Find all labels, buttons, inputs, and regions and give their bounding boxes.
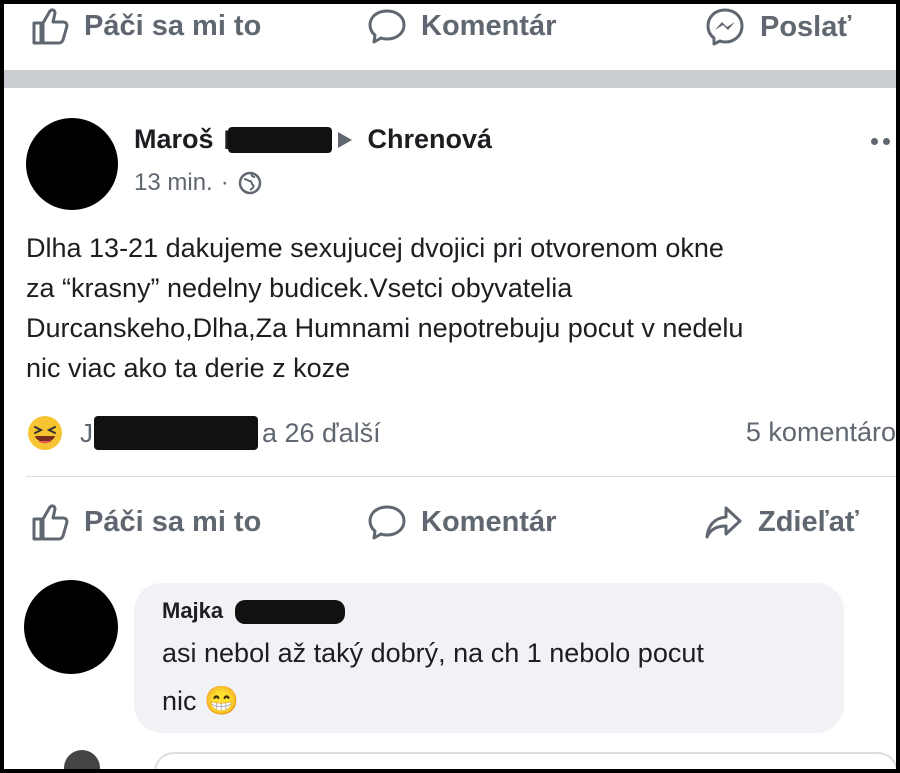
author-lastname-redacted: D [222, 125, 332, 155]
comment-author[interactable]: Majka [162, 598, 346, 625]
comment-label: Komentár [421, 505, 557, 538]
comment-button-top[interactable]: Komentár [367, 6, 556, 46]
caret-right-icon [337, 131, 352, 148]
send-label-top: Poslať [760, 10, 852, 43]
grinning-emoji-icon: 😁 [204, 685, 239, 716]
thumbs-up-icon [32, 8, 69, 45]
like-button-top[interactable]: Páči sa mi to [30, 6, 261, 46]
comment-text: asi nebol až taký dobrý, na ch 1 nebolo … [162, 638, 704, 716]
post-header: Maroš D Chrenová [134, 124, 492, 155]
like-button[interactable]: Páči sa mi to [30, 502, 261, 542]
comment-bubble-icon [368, 9, 406, 44]
more-options-icon[interactable] [871, 138, 890, 145]
share-label: Zdieľať [758, 505, 859, 538]
reply-bubble[interactable] [154, 752, 896, 769]
reactions-summary[interactable]: J a 26 ďalší 5 komentáro [26, 413, 896, 453]
globe-icon [238, 171, 261, 195]
share-button[interactable]: Zdieľať [704, 502, 859, 542]
reply-avatar[interactable] [64, 750, 100, 769]
author-name[interactable]: Maroš [134, 124, 214, 155]
reactors-count: a 26 ďalší [262, 417, 381, 448]
post-meta: 13 min. · [134, 169, 263, 197]
comment-author-redacted [235, 600, 346, 625]
laughing-emoji-icon [28, 416, 62, 450]
share-arrow-icon [705, 506, 742, 539]
group-name[interactable]: Chrenová [368, 124, 493, 155]
post-time[interactable]: 13 min. [134, 169, 213, 197]
like-label-top: Páči sa mi to [84, 9, 262, 42]
messenger-icon [706, 8, 744, 46]
commenter-avatar[interactable] [24, 580, 118, 674]
meta-separator: · [220, 169, 229, 196]
like-label: Páči sa mi to [84, 505, 262, 538]
comments-count[interactable]: 5 komentáro [746, 417, 896, 448]
comment-label-top: Komentár [421, 9, 557, 42]
thumbs-up-icon [32, 504, 69, 541]
comment-bubble: Majka asi nebol až taký dobrý, na ch 1 n… [134, 583, 844, 733]
actions-divider [26, 476, 896, 477]
feed-divider [4, 70, 896, 88]
comment-button[interactable]: Komentár [367, 502, 556, 542]
reactors-redacted: J [78, 416, 258, 450]
send-button-top[interactable]: Poslať [704, 6, 851, 48]
comment-bubble-icon [368, 505, 406, 540]
post-card: Maroš D Chrenová 13 min. · Dlha 13-21 da… [4, 88, 896, 769]
facebook-feed: Páči sa mi to Komentár Poslať Maroš D [4, 4, 896, 769]
author-avatar[interactable] [26, 118, 118, 210]
post-text: Dlha 13-21 dakujeme sexujucej dvojici pr… [26, 233, 744, 383]
